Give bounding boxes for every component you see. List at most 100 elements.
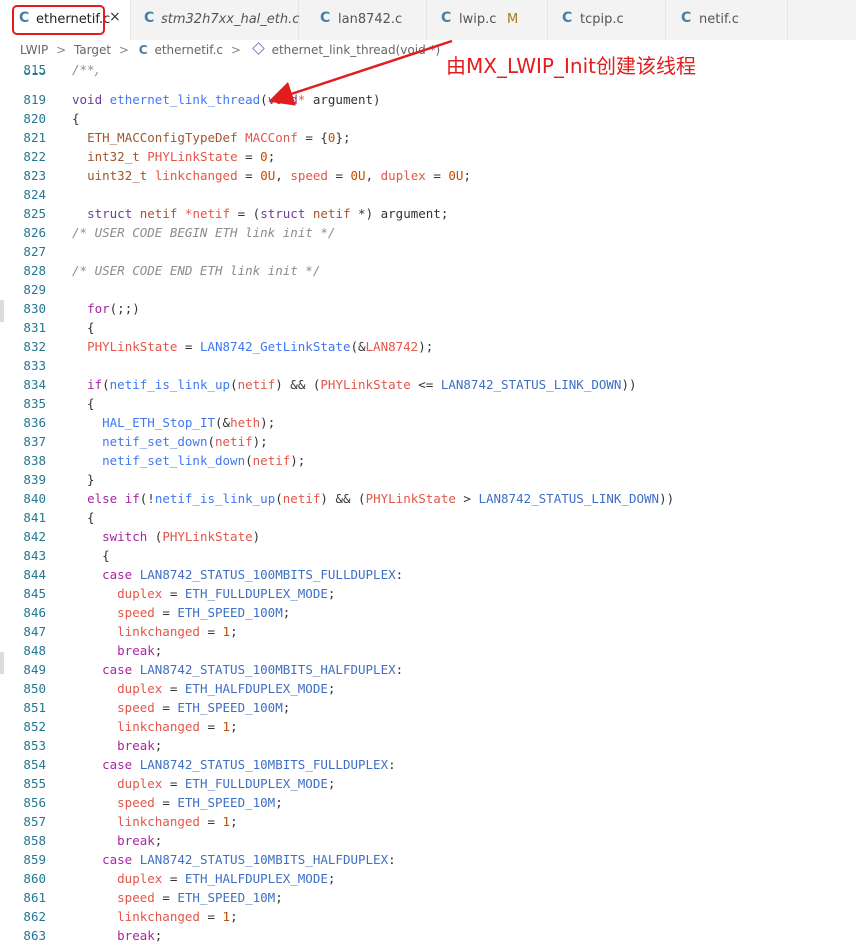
code-token: = — [425, 168, 449, 183]
code-line[interactable]: 854 case LAN8742_STATUS_10MBITS_FULLDUPL… — [0, 755, 856, 774]
code-token: = — [154, 605, 178, 620]
code-token: netif_set_link_down — [102, 453, 246, 468]
line-number: 826 — [23, 225, 46, 240]
code-token: = — [199, 719, 223, 734]
code-token: struct — [260, 206, 306, 221]
code-line[interactable]: 825 struct netif *netif = (struct netif … — [0, 204, 856, 223]
code-token: PHYLinkState — [87, 339, 178, 354]
code-line[interactable]: 845 duplex = ETH_FULLDUPLEX_MODE; — [0, 584, 856, 603]
code-line[interactable]: 852 linkchanged = 1; — [0, 717, 856, 736]
code-token: ; — [327, 586, 336, 601]
tab-stm32h7xx-hal-eth[interactable]: C stm32h7xx_hal_eth.c — [130, 0, 299, 40]
code-line[interactable]: 846 speed = ETH_SPEED_100M; — [0, 603, 856, 622]
code-token: = — [237, 168, 261, 183]
tab-label: tcpip.c — [580, 12, 624, 27]
code-token: case — [102, 852, 133, 867]
code-line[interactable]: 851 speed = ETH_SPEED_100M; — [0, 698, 856, 717]
code-line[interactable]: 840 else if(!netif_is_link_up(netif) && … — [0, 489, 856, 508]
code-line[interactable]: 857 linkchanged = 1; — [0, 812, 856, 831]
code-editor[interactable]: 815/**818 */819void ethernet_link_thread… — [0, 60, 856, 947]
code-token: ; — [463, 168, 471, 183]
code-token: ETH_FULLDUPLEX_MODE — [184, 586, 328, 601]
code-token: ; — [230, 719, 238, 734]
code-line[interactable]: 826 /* USER CODE BEGIN ETH link init */ — [0, 223, 856, 242]
code-line[interactable]: 848 break; — [0, 641, 856, 660]
code-token: ; — [230, 909, 238, 924]
code-line[interactable]: 839 } — [0, 470, 856, 489]
code-line[interactable]: 819 void ethernet_link_thread(void* argum… — [0, 90, 856, 109]
code-line[interactable]: 829 — [0, 280, 856, 299]
code-line[interactable]: 837 netif_set_down(netif); — [0, 432, 856, 451]
code-line[interactable]: 835 { — [0, 394, 856, 413]
code-line[interactable]: 836 HAL_ETH_Stop_IT(&heth); — [0, 413, 856, 432]
code-line[interactable]: 820 { — [0, 109, 856, 128]
code-line[interactable]: 843 { — [0, 546, 856, 565]
code-token: , — [365, 168, 381, 183]
tab-netif[interactable]: C netif.c — [665, 0, 788, 40]
line-number: 852 — [23, 719, 46, 734]
code-line[interactable]: 859 case LAN8742_STATUS_10MBITS_HALFDUPL… — [0, 850, 856, 869]
code-token: linkchanged — [117, 624, 200, 639]
code-line[interactable]: 860 duplex = ETH_HALFDUPLEX_MODE; — [0, 869, 856, 888]
code-token: netif_is_link_up — [154, 491, 276, 506]
code-line[interactable]: 861 speed = ETH_SPEED_10M; — [0, 888, 856, 907]
code-token: ; — [275, 795, 283, 810]
code-line[interactable]: 842 switch (PHYLinkState) — [0, 527, 856, 546]
code-line[interactable]: 823 uint32_t linkchanged = 0U, speed = 0… — [0, 166, 856, 185]
breadcrumb-file[interactable]: ethernetif.c — [154, 40, 223, 60]
code-line[interactable]: 850 duplex = ETH_HALFDUPLEX_MODE; — [0, 679, 856, 698]
code-line[interactable]: 862 linkchanged = 1; — [0, 907, 856, 926]
code-line[interactable]: 833 — [0, 356, 856, 375]
code-token: duplex — [117, 776, 163, 791]
code-line[interactable]: 832 PHYLinkState = LAN8742_GetLinkState(… — [0, 337, 856, 356]
code-token: ( — [102, 377, 110, 392]
code-token: netif — [282, 491, 321, 506]
code-token: LAN8742 — [365, 339, 419, 354]
tab-lwip[interactable]: C lwip.c M — [426, 0, 548, 40]
code-line[interactable]: 827 — [0, 242, 856, 261]
breadcrumb-symbol[interactable]: ethernet_link_thread(void *) — [272, 40, 441, 60]
code-line[interactable]: 841 { — [0, 508, 856, 527]
tab-tcpip[interactable]: C tcpip.c — [547, 0, 666, 40]
code-line[interactable]: 856 speed = ETH_SPEED_10M; — [0, 793, 856, 812]
code-line[interactable]: 838 netif_set_link_down(netif); — [0, 451, 856, 470]
code-line[interactable]: 855 duplex = ETH_FULLDUPLEX_MODE; — [0, 774, 856, 793]
code-token: ) — [252, 529, 261, 544]
breadcrumb-folder-target[interactable]: Target — [74, 40, 111, 60]
code-token: netif — [237, 377, 276, 392]
code-line[interactable]: 847 linkchanged = 1; — [0, 622, 856, 641]
breadcrumb-folder-lwip[interactable]: LWIP — [20, 40, 48, 60]
code-line[interactable]: 853 break; — [0, 736, 856, 755]
code-line[interactable]: 824 — [0, 185, 856, 204]
code-text: void ethernet_link_thread(void* argument… — [72, 90, 381, 109]
code-line[interactable]: 818 */ — [0, 72, 856, 80]
code-line[interactable]: 828 /* USER CODE END ETH link init */ — [0, 261, 856, 280]
code-line[interactable]: 863 break; — [0, 926, 856, 945]
code-token: netif — [312, 206, 351, 221]
tab-lan8742[interactable]: C lan8742.c — [298, 0, 427, 40]
tab-label: lan8742.c — [338, 12, 403, 27]
code-line[interactable]: 858 break; — [0, 831, 856, 850]
code-line[interactable]: 830 for(;;) — [0, 299, 856, 318]
tab-highlight-box — [12, 5, 105, 35]
code-token: case — [102, 567, 133, 582]
code-line[interactable]: 821 ETH_MACConfigTypeDef MACConf = {0}; — [0, 128, 856, 147]
code-text: { — [72, 394, 95, 413]
code-line[interactable]: 844 case LAN8742_STATUS_100MBITS_FULLDUP… — [0, 565, 856, 584]
code-token: (& — [215, 415, 231, 430]
code-token: = — [154, 795, 178, 810]
code-line[interactable]: 849 case LAN8742_STATUS_100MBITS_HALFDUP… — [0, 660, 856, 679]
code-line[interactable]: 822 int32_t PHYLinkState = 0; — [0, 147, 856, 166]
code-line[interactable]: 834 if(netif_is_link_up(netif) && (PHYLi… — [0, 375, 856, 394]
code-token: 1 — [222, 624, 231, 639]
close-icon[interactable]: × — [109, 9, 121, 25]
code-token: ; — [154, 643, 163, 658]
code-token: = — [327, 168, 351, 183]
code-line[interactable]: 831 { — [0, 318, 856, 337]
